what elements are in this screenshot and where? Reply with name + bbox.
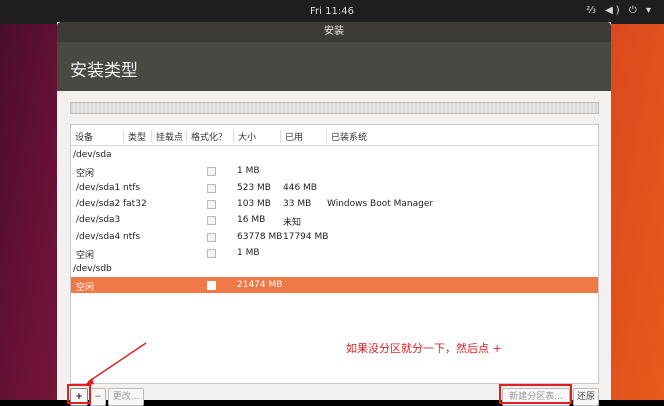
top-panel: Fri 11:46 ⅔ ◀) ⏻ ▾ — [0, 0, 664, 24]
partition-row[interactable]: /dev/sda3 16 MB 未知 — [71, 212, 598, 228]
cell-system: Windows Boot Manager — [327, 198, 434, 209]
partition-bar — [70, 102, 599, 114]
highlight-box-add — [67, 384, 91, 404]
cell-device: 空闲 — [76, 169, 95, 180]
change-partition-button[interactable]: 更改... — [108, 388, 144, 406]
format-checkbox[interactable] — [207, 232, 216, 242]
format-checkbox[interactable] — [207, 183, 216, 193]
system-tray-icons[interactable]: ⅔ ◀) ⏻ ▾ — [586, 5, 654, 16]
column-header-format[interactable]: 格式化？ — [186, 130, 227, 143]
disk-row[interactable]: /dev/sdb — [71, 261, 598, 277]
partition-row[interactable]: 空闲 1 MB — [71, 163, 598, 179]
cell-size: 63778 MB — [237, 231, 283, 242]
column-header-used[interactable]: 已用 — [280, 130, 303, 143]
cell-used: 17794 MB — [283, 231, 329, 242]
partition-row[interactable]: /dev/sda1 ntfs 523 MB 446 MB — [71, 180, 598, 196]
cell-device: /dev/sda — [73, 150, 112, 160]
column-header-type[interactable]: 类型 — [123, 130, 146, 143]
cell-type: ntfs — [123, 182, 141, 193]
cell-type: fat32 — [123, 198, 147, 209]
revert-button[interactable]: 还原 — [573, 388, 599, 406]
cell-size: 16 MB — [237, 215, 266, 226]
partition-row[interactable]: 空闲 1 MB — [71, 245, 598, 261]
highlight-box-new-table — [499, 384, 572, 404]
format-checkbox[interactable] — [207, 167, 216, 177]
partition-row[interactable]: 空闲 21474 MB — [71, 277, 598, 294]
cell-device: /dev/sda3 — [76, 215, 121, 226]
disk-row[interactable]: /dev/sda — [71, 147, 598, 163]
page-title: 安装类型 — [70, 61, 138, 81]
format-checkbox[interactable] — [207, 281, 216, 291]
clock[interactable]: Fri 11:46 — [0, 6, 664, 17]
cell-type: ntfs — [123, 231, 141, 242]
cell-size: 103 MB — [237, 198, 271, 209]
cell-device: /dev/sdb — [73, 264, 112, 275]
column-header-mount[interactable]: 挂载点 — [151, 130, 183, 143]
cell-device: 空闲 — [76, 250, 95, 261]
cell-used: 33 MB — [283, 198, 312, 209]
partition-row[interactable]: /dev/sda4 ntfs 63778 MB 17794 MB — [71, 229, 598, 245]
cell-device: 空闲 — [76, 283, 95, 294]
annotation-text: 如果没分区就分一下，然后点 + — [346, 342, 502, 355]
cell-device: /dev/sda1 — [76, 182, 121, 193]
column-header-size[interactable]: 大小 — [233, 130, 256, 143]
cell-size: 1 MB — [237, 247, 260, 258]
cell-used: 未知 — [283, 218, 302, 229]
format-checkbox[interactable] — [207, 199, 216, 209]
column-header-system[interactable]: 已装系统 — [326, 130, 367, 143]
partition-table[interactable]: 设备 类型 挂载点 格式化？ 大小 已用 已装系统 /dev/sda 空闲 1 MB… — [70, 124, 599, 384]
window-title: 安装 — [57, 22, 611, 42]
cell-device: /dev/sda4 — [76, 231, 121, 242]
cell-size: 523 MB — [237, 182, 271, 193]
page-header: 安装类型 — [57, 42, 611, 91]
partition-row[interactable]: /dev/sda2 fat32 103 MB 33 MB Windows Boot Ma… — [71, 196, 598, 212]
format-checkbox[interactable] — [207, 248, 216, 258]
column-header-device[interactable]: 设备 — [75, 130, 93, 143]
format-checkbox[interactable] — [207, 216, 216, 226]
cell-size: 1 MB — [237, 166, 260, 177]
cell-device: /dev/sda2 — [76, 198, 121, 209]
cell-size: 21474 MB — [237, 280, 283, 291]
table-header: 设备 类型 挂载点 格式化？ 大小 已用 已装系统 — [71, 125, 598, 146]
remove-partition-button[interactable]: − — [90, 388, 106, 406]
cell-used: 446 MB — [283, 182, 317, 193]
